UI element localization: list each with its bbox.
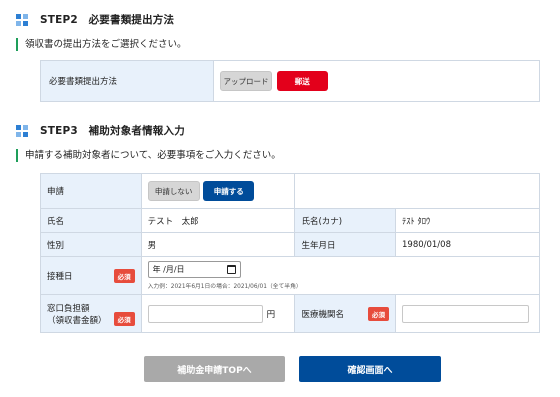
step3-title: STEP3 補助対象者情報入力 [40, 125, 185, 137]
name-value: テスト 太郎 [140, 208, 296, 233]
step2-lead: 領収書の提出方法をご選択ください。 [16, 38, 187, 51]
kana-value: ﾃｽﾄ ﾀﾛｳ [395, 208, 540, 233]
clinic-cell [395, 294, 540, 333]
date-placeholder: 年 /月/日 [152, 265, 185, 274]
mail-button[interactable]: 郵送 [276, 71, 328, 91]
name-label: 氏名 [40, 208, 142, 233]
birth-value: 1980/01/08 [395, 232, 540, 257]
submission-method-label: 必要書類提出方法 [40, 60, 214, 102]
confirm-button[interactable]: 確認画面へ [299, 356, 441, 382]
subsidy-top-button[interactable]: 補助金申請TOPへ [144, 356, 285, 382]
birth-label: 生年月日 [294, 232, 396, 257]
apply-label: 申請 [40, 173, 142, 209]
required-badge: 必須 [113, 268, 135, 283]
subject-info-table: 申請 申請しない 申請する 氏名 テスト 太郎 氏名(カナ) ﾃｽﾄ ﾀﾛｳ 性… [40, 173, 541, 333]
apply-button[interactable]: 申請する [203, 181, 255, 201]
upload-button[interactable]: アップロード [220, 71, 272, 91]
apply-empty-cell [294, 173, 540, 209]
copay-sublabel: （領収書金額） [47, 315, 107, 326]
required-badge: 必須 [113, 311, 135, 326]
copay-cell: 円 [140, 294, 296, 333]
clinic-name-input[interactable] [402, 304, 529, 323]
date-hint: 入力例：2021年6月1日の場合：2021/06/01（全て半角） [147, 284, 302, 290]
step2-heading: STEP2 必要書類提出方法 [16, 12, 174, 27]
submission-method-options: アップロード 郵送 [213, 60, 540, 102]
apply-options: 申請しない 申請する [140, 173, 296, 209]
vaccination-date-label: 接種日 [47, 271, 73, 282]
step2-title: STEP2 必要書類提出方法 [40, 14, 175, 26]
kana-label: 氏名(カナ) [294, 208, 396, 233]
vaccination-date-input[interactable]: 年 /月/日 [147, 261, 241, 278]
vaccination-date-label-cell: 接種日 必須 [40, 256, 142, 295]
calendar-icon[interactable] [226, 265, 236, 274]
vaccination-date-cell: 年 /月/日 入力例：2021年6月1日の場合：2021/06/01（全て半角） [140, 256, 541, 295]
clinic-label-cell: 医療機関名 必須 [294, 294, 396, 333]
step-squares-icon [16, 13, 28, 26]
step-squares-icon [16, 124, 28, 137]
step3-lead: 申請する補助対象者について、必要事項をご入力ください。 [16, 149, 281, 162]
gender-value: 男 [140, 232, 296, 257]
gender-label: 性別 [40, 232, 142, 257]
submission-method-table: 必要書類提出方法 アップロード 郵送 [40, 60, 540, 102]
clinic-label: 医療機関名 [301, 309, 344, 320]
step3-heading: STEP3 補助対象者情報入力 [16, 123, 185, 138]
copay-amount-input[interactable] [147, 304, 263, 323]
not-apply-button[interactable]: 申請しない [147, 181, 200, 201]
copay-label: 窓口負担額 [47, 303, 90, 314]
copay-label-cell: 窓口負担額 （領収書金額） 必須 [40, 294, 142, 333]
yen-unit: 円 [266, 309, 276, 320]
required-badge: 必須 [368, 306, 389, 321]
